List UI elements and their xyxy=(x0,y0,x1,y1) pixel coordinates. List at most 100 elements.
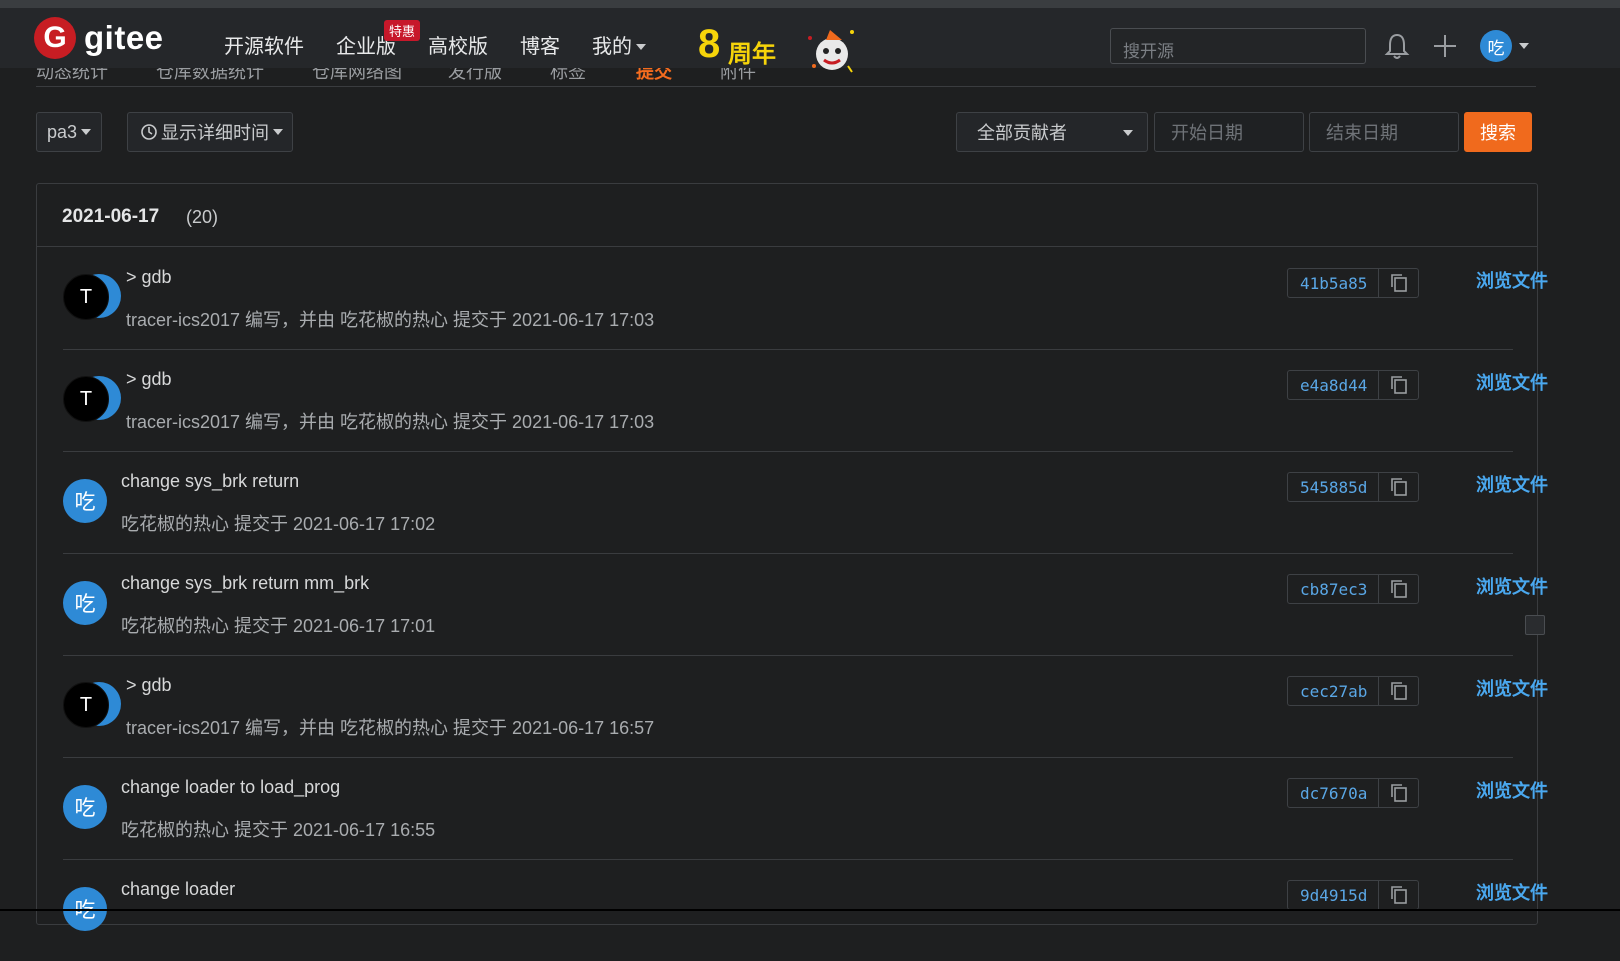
commit-sha-link[interactable]: e4a8d44 xyxy=(1300,376,1367,395)
anniversary-banner[interactable]: 8 周年 xyxy=(698,22,884,73)
commit-row: T > gdb tracer-ics2017 编写，并由 吃花椒的热心 提交于 … xyxy=(63,349,1548,452)
commit-group-count: (20) xyxy=(186,207,219,227)
commit-sha-link[interactable]: dc7670a xyxy=(1300,784,1367,803)
browse-files-link[interactable]: 浏览文件 xyxy=(1476,471,1548,497)
browse-files-link[interactable]: 浏览文件 xyxy=(1476,879,1548,905)
commit-meta: tracer-ics2017 编写，并由 吃花椒的热心 提交于 2021-06-… xyxy=(126,310,655,330)
tab-releases[interactable]: 发行版 xyxy=(448,68,502,84)
copy-icon[interactable] xyxy=(1390,273,1408,293)
author-avatar[interactable]: 吃 xyxy=(63,479,107,523)
commit-sha-link[interactable]: 545885d xyxy=(1300,478,1367,497)
commit-filter-bar: pa3 显示详细时间 全部贡献者 开始日期 结束日期 搜索 xyxy=(36,112,1532,154)
tab-attachments[interactable]: 附件 xyxy=(720,68,756,84)
commit-sha-link[interactable]: 41b5a85 xyxy=(1300,274,1367,293)
promo-badge: 特惠 xyxy=(384,19,421,41)
commit-row: 吃 change loader to load_prog 吃花椒的热心 提交于 … xyxy=(63,757,1548,860)
contributor-select[interactable]: 全部贡献者 xyxy=(956,112,1148,152)
tab-tags[interactable]: 标签 xyxy=(550,68,586,84)
browse-files-link[interactable]: 浏览文件 xyxy=(1476,675,1548,701)
commit-message[interactable]: > gdb xyxy=(126,267,172,288)
commit-sha-link[interactable]: cec27ab xyxy=(1300,682,1367,701)
nav-open-source[interactable]: 开源软件 xyxy=(224,30,304,59)
browse-files-link[interactable]: 浏览文件 xyxy=(1476,777,1548,803)
commit-message[interactable]: change sys_brk return mm_brk xyxy=(121,573,369,594)
start-date-input[interactable]: 开始日期 xyxy=(1154,112,1304,152)
nav-mine-dropdown[interactable]: 我的 xyxy=(592,30,646,59)
top-navbar: G gitee 开源软件 企业版 特惠 高校版 博客 我的 8 周年 搜开源 吃 xyxy=(0,8,1620,73)
commit-group-date: 2021-06-17 xyxy=(62,206,160,227)
commit-row: 吃 change sys_brk return mm_brk 吃花椒的热心 提交… xyxy=(63,553,1548,656)
copy-icon[interactable] xyxy=(1390,579,1408,599)
main-nav: 开源软件 企业版 特惠 高校版 博客 我的 xyxy=(224,19,678,64)
commit-row: T > gdb tracer-ics2017 编写，并由 吃花椒的热心 提交于 … xyxy=(63,247,1548,350)
copy-icon[interactable] xyxy=(1390,783,1408,803)
branch-select[interactable]: pa3 xyxy=(36,112,102,152)
author-avatar[interactable]: 吃 xyxy=(63,785,107,829)
mascot-icon xyxy=(808,30,854,73)
copy-icon[interactable] xyxy=(1390,375,1408,395)
commit-sha-link[interactable]: cb87ec3 xyxy=(1300,580,1367,599)
commit-meta: tracer-ics2017 编写，并由 吃花椒的热心 提交于 2021-06-… xyxy=(126,412,655,432)
commit-sha-box: dc7670a xyxy=(1287,778,1419,808)
anniversary-digit: 8 xyxy=(698,22,721,66)
gitee-logo[interactable]: G gitee xyxy=(34,16,164,60)
nav-education[interactable]: 高校版 xyxy=(428,30,488,59)
divider xyxy=(1378,269,1379,297)
divider xyxy=(1378,677,1379,705)
divider xyxy=(1378,371,1379,399)
commit-message[interactable]: change loader to load_prog xyxy=(121,777,340,798)
commit-sha-box: 9d4915d xyxy=(1287,880,1419,910)
chevron-down-icon xyxy=(81,129,92,135)
tab-activity-stats[interactable]: 动态统计 xyxy=(36,68,108,84)
chevron-down-icon xyxy=(273,129,283,135)
chevron-down-icon xyxy=(636,44,646,51)
browse-files-link[interactable]: 浏览文件 xyxy=(1476,573,1548,599)
author-avatar[interactable]: T xyxy=(63,376,121,422)
commit-message[interactable]: > gdb xyxy=(126,369,172,390)
plus-icon[interactable] xyxy=(1432,33,1458,59)
commit-sha-box: cb87ec3 xyxy=(1287,574,1419,604)
end-date-input[interactable]: 结束日期 xyxy=(1309,112,1459,152)
commit-sha-box: cec27ab xyxy=(1287,676,1419,706)
author-avatar[interactable]: 吃 xyxy=(63,581,107,625)
gitee-logo-icon: G xyxy=(34,17,76,59)
copy-icon[interactable] xyxy=(1390,681,1408,701)
commit-sha-box: 545885d xyxy=(1287,472,1419,502)
bell-icon[interactable] xyxy=(1384,32,1410,60)
copy-icon[interactable] xyxy=(1390,477,1408,497)
commit-sha-link[interactable]: 9d4915d xyxy=(1300,886,1367,905)
tab-repo-data-stats[interactable]: 仓库数据统计 xyxy=(156,68,264,84)
divider xyxy=(1378,779,1379,807)
commits-panel: 2021-06-17 (20) T > gdb tracer-ics2017 编… xyxy=(36,183,1548,931)
chevron-down-icon[interactable] xyxy=(1519,43,1529,49)
anniversary-text: 周年 xyxy=(728,41,776,68)
select-checkbox[interactable] xyxy=(1525,615,1545,635)
nav-enterprise[interactable]: 企业版 特惠 xyxy=(336,19,421,59)
commit-sha-box: e4a8d44 xyxy=(1287,370,1419,400)
commit-message[interactable]: change loader xyxy=(121,879,235,900)
nav-blog[interactable]: 博客 xyxy=(520,30,560,59)
tab-network-graph[interactable]: 仓库网络图 xyxy=(312,68,402,84)
search-button[interactable]: 搜索 xyxy=(1464,112,1532,152)
author-avatar[interactable]: T xyxy=(63,682,121,728)
author-avatar[interactable]: T xyxy=(63,274,121,320)
browse-files-link[interactable]: 浏览文件 xyxy=(1476,267,1548,293)
commit-message[interactable]: change sys_brk return xyxy=(121,471,299,492)
divider xyxy=(1378,473,1379,501)
divider xyxy=(1378,575,1379,603)
commit-message[interactable]: > gdb xyxy=(126,675,172,696)
nav-search-input[interactable]: 搜开源 xyxy=(1110,28,1366,64)
divider xyxy=(1378,881,1379,909)
browse-files-link[interactable]: 浏览文件 xyxy=(1476,369,1548,395)
commit-meta: 吃花椒的热心 提交于 2021-06-17 17:01 xyxy=(121,616,436,636)
commit-meta: 吃花椒的热心 提交于 2021-06-17 16:55 xyxy=(121,820,436,840)
detail-time-toggle[interactable]: 显示详细时间 xyxy=(127,112,293,152)
window-top-strip xyxy=(0,0,1620,8)
commit-meta: tracer-ics2017 编写，并由 吃花椒的热心 提交于 2021-06-… xyxy=(126,718,655,738)
copy-icon[interactable] xyxy=(1390,885,1408,905)
gitee-brand-text: gitee xyxy=(84,19,164,56)
commit-row: T > gdb tracer-ics2017 编写，并由 吃花椒的热心 提交于 … xyxy=(63,655,1548,758)
tab-commits[interactable]: 提交 xyxy=(636,68,672,84)
user-avatar[interactable]: 吃 xyxy=(1480,30,1512,62)
nav-search-placeholder: 搜开源 xyxy=(1123,42,1174,61)
